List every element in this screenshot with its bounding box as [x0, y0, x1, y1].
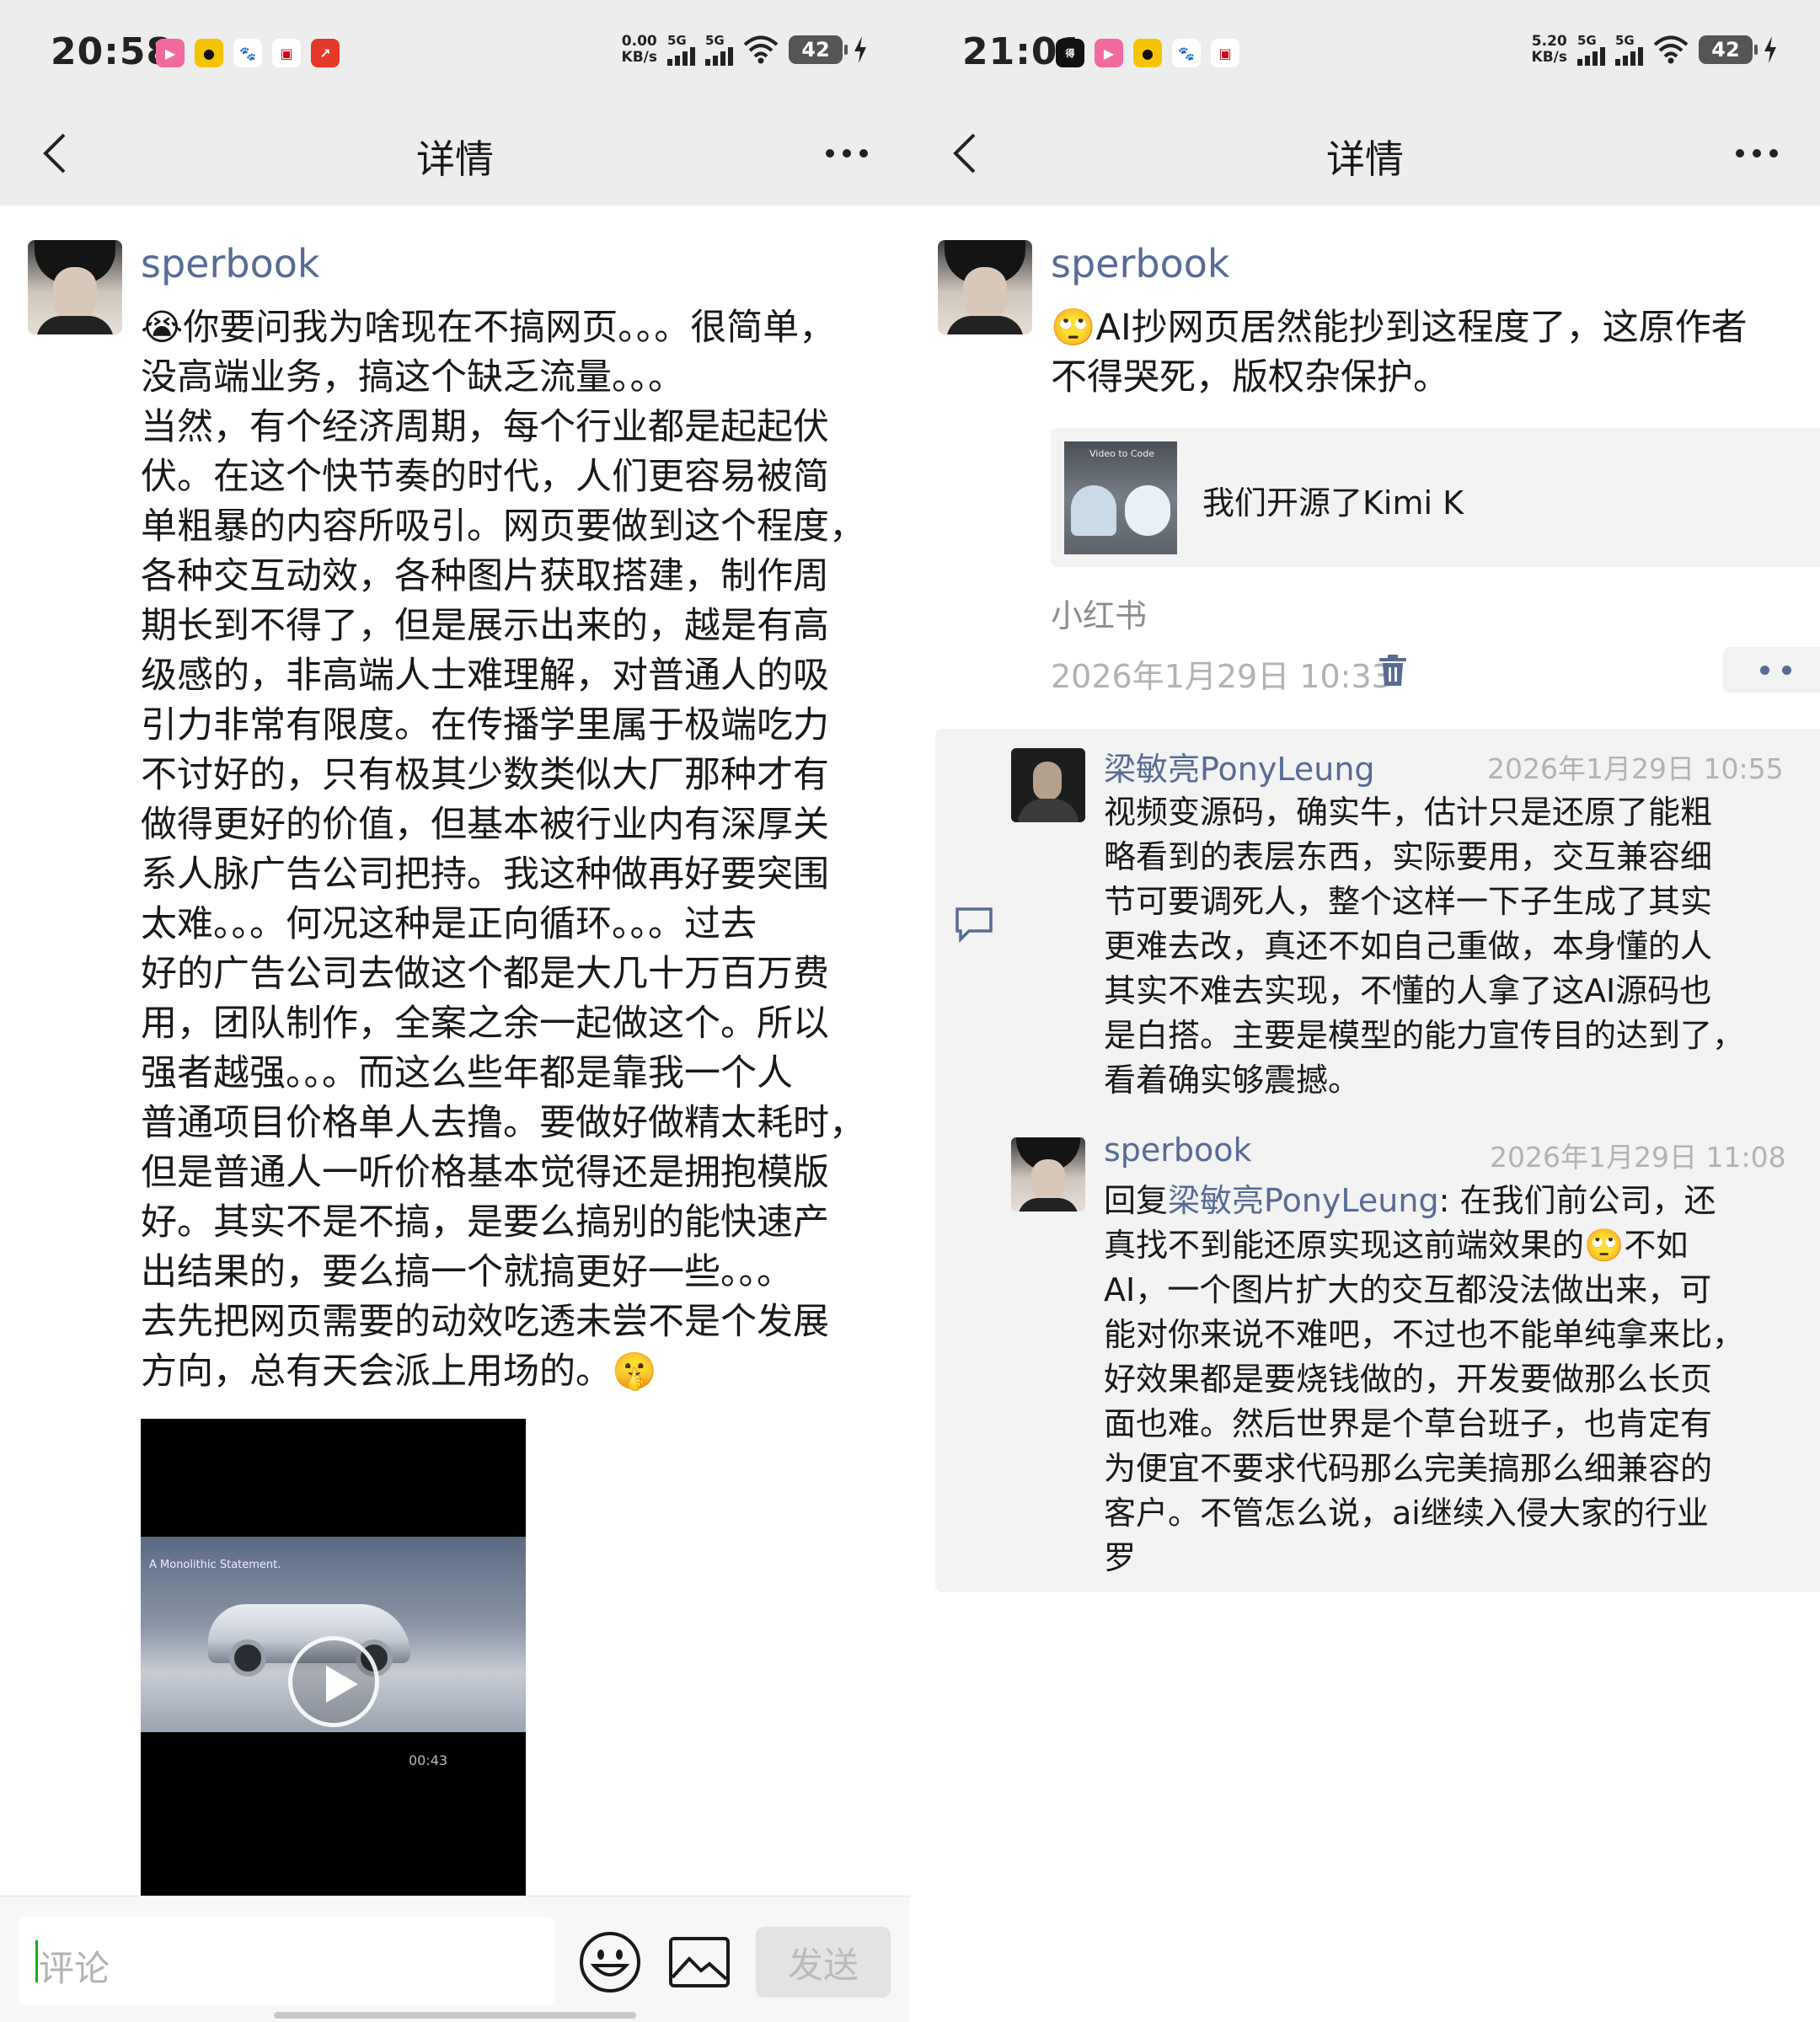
link-thumbnail: Video to Code — [1064, 441, 1177, 554]
signal-icon: 5G — [1577, 32, 1605, 66]
notification-icons: 得 ▶ ● 🐾 ▣ — [1056, 39, 1239, 67]
image-icon[interactable] — [667, 1930, 731, 1994]
author-avatar[interactable] — [938, 240, 1032, 334]
comment-icon — [956, 907, 993, 943]
page-title: 详情 — [1326, 136, 1404, 182]
comment-time: 2026年1月29日 11:08 — [1490, 1141, 1786, 1174]
post-author[interactable]: sperbook — [1051, 241, 1230, 286]
reply-mention[interactable]: 梁敏亮PonyLeung — [1168, 1182, 1439, 1219]
video-thumbnail[interactable]: A Monolithic Statement. 00:43 — [141, 1419, 526, 1899]
post-text: 😭你要问我为啥现在不搞网页。。。很简单， 没高端业务，搞这个缺乏流量。。。 当然… — [141, 307, 865, 1393]
net-speed: 5.20 KB/s — [1532, 34, 1567, 66]
status-bar: 21:01 得 ▶ ● 🐾 ▣ 5.20 KB/s 5G 5G 42 — [910, 0, 1820, 105]
comment-bar: 评论 发送 — [0, 1896, 910, 2022]
video-caption: A Monolithic Statement. — [149, 1559, 281, 1571]
nav-bar: 详情 — [910, 105, 1820, 206]
more-dots-icon — [1736, 149, 1778, 158]
more-button[interactable] — [1727, 124, 1786, 183]
right-screen: 21:01 得 ▶ ● 🐾 ▣ 5.20 KB/s 5G 5G 42 详情 sp… — [910, 0, 1820, 2022]
signal-icon: 5G — [667, 32, 695, 66]
net-speed: 0.00 KB/s — [622, 34, 657, 66]
send-button[interactable]: 发送 — [756, 1927, 891, 1998]
comment-avatar[interactable] — [1011, 1137, 1085, 1212]
battery-icon: 42 — [789, 35, 848, 64]
net-speed-value: 5.20 — [1531, 33, 1567, 50]
comment-text[interactable]: 回复梁敏亮PonyLeung: 在我们前公司，还 真找不到能还原实现这前端效果的… — [1104, 1179, 1778, 1581]
emoji-icon[interactable] — [578, 1930, 642, 1994]
comment-author[interactable]: 梁敏亮PonyLeung — [1104, 743, 1375, 789]
news-icon: ▣ — [1211, 39, 1239, 67]
wifi-icon — [743, 35, 779, 64]
author-avatar[interactable] — [28, 240, 122, 334]
news-icon: ▣ — [272, 39, 301, 67]
status-bar: 20:58 ▶ ● 🐾 ▣ ↗ 0.00 KB/s 5G 5G 42 — [0, 0, 910, 105]
comment-author[interactable]: sperbook — [1104, 1131, 1252, 1169]
notification-icons: ▶ ● 🐾 ▣ ↗ — [156, 39, 340, 67]
dianping-icon: ● — [195, 39, 223, 67]
page-title: 详情 — [416, 136, 494, 182]
signal-label: 5G — [1615, 32, 1635, 48]
bilibili-icon: ▶ — [156, 39, 185, 67]
reply-body: : 在我们前公司，还 真找不到能还原实现这前端效果的🙄不如 AI，一个图片扩大的… — [1104, 1182, 1745, 1576]
status-indicators: 5.20 KB/s 5G 5G 42 — [1532, 34, 1778, 66]
post-source[interactable]: 小红书 — [1051, 590, 1147, 636]
battery-icon: 42 — [1699, 35, 1758, 64]
wheel — [229, 1640, 266, 1677]
left-screen: 20:58 ▶ ● 🐾 ▣ ↗ 0.00 KB/s 5G 5G 42 详情 sp… — [0, 0, 910, 2022]
baidu-icon: 🐾 — [233, 39, 262, 67]
post-actions-button[interactable] — [1723, 647, 1820, 693]
dot — [1782, 666, 1791, 675]
net-speed-unit: KB/s — [1531, 49, 1567, 66]
comment-placeholder: 评论 — [39, 1948, 110, 1989]
dot — [1760, 666, 1769, 675]
header-bar: 21:01 得 ▶ ● 🐾 ▣ 5.20 KB/s 5G 5G 42 详情 — [910, 0, 1820, 206]
text-caret — [35, 1940, 38, 1982]
charging-icon — [1764, 36, 1776, 63]
post-author[interactable]: sperbook — [141, 241, 320, 286]
signal-label: 5G — [705, 32, 725, 48]
dedao-icon: 得 — [1056, 39, 1084, 67]
bilibili-icon: ▶ — [1095, 39, 1123, 67]
signal-icon: 5G — [1615, 32, 1643, 66]
wifi-icon — [1653, 35, 1689, 64]
baidu-icon: 🐾 — [1172, 39, 1201, 67]
dianping-icon: ● — [1133, 39, 1162, 67]
comment-text[interactable]: 视频变源码，确实牛，估计只是还原了能粗 略看到的表层东西，实际要用，交互兼容细 … — [1104, 790, 1778, 1103]
header-bar: 20:58 ▶ ● 🐾 ▣ ↗ 0.00 KB/s 5G 5G 42 详情 — [0, 0, 910, 206]
comment-avatar[interactable] — [1011, 748, 1085, 822]
link-title: 我们开源了Kimi K — [1202, 484, 1464, 522]
home-indicator[interactable] — [274, 2012, 636, 2019]
play-icon[interactable] — [288, 1636, 379, 1727]
trash-icon[interactable] — [1378, 654, 1408, 687]
comment-input[interactable]: 评论 — [19, 1917, 554, 2006]
charging-icon — [854, 36, 866, 63]
video-duration: 00:43 — [409, 1752, 448, 1768]
post-text: 🙄AI抄网页居然能抄到这程度了，这原作者 不得哭死，版权杂保护。 — [1051, 307, 1748, 399]
stock-icon: ↗ — [311, 39, 340, 67]
status-indicators: 0.00 KB/s 5G 5G 42 — [622, 34, 868, 66]
net-speed-value: 0.00 — [621, 33, 657, 50]
more-button[interactable] — [817, 124, 876, 183]
post-time: 2026年1月29日 10:33 — [1051, 658, 1392, 695]
net-speed-unit: KB/s — [621, 49, 657, 66]
signal-label: 5G — [667, 32, 687, 48]
signal-label: 5G — [1577, 32, 1597, 48]
comment-time: 2026年1月29日 10:55 — [1487, 752, 1784, 785]
nav-bar: 详情 — [0, 105, 910, 206]
thumb-text: Video to Code — [1089, 448, 1155, 459]
reply-prefix: 回复 — [1104, 1182, 1169, 1219]
link-card[interactable]: Video to Code 我们开源了Kimi K — [1051, 428, 1820, 567]
signal-icon: 5G — [705, 32, 733, 66]
status-time: 20:58 — [51, 30, 174, 73]
more-dots-icon — [826, 149, 868, 158]
